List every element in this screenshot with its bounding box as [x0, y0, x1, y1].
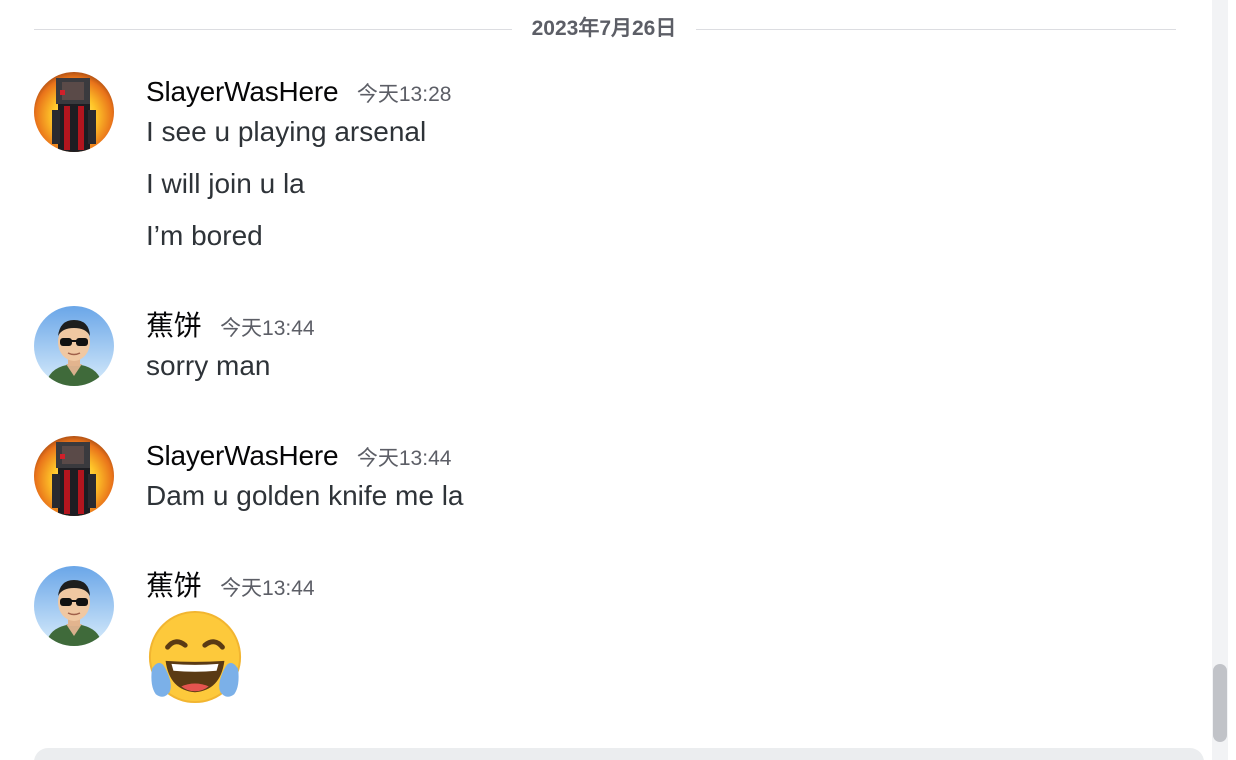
- scrollbar-track[interactable]: [1212, 0, 1228, 760]
- message-text: Dam u golden knife me la: [146, 480, 464, 511]
- message-content: [146, 606, 244, 706]
- message-header: SlayerWasHere 今天13:28: [146, 72, 451, 112]
- message-content: sorry man: [146, 346, 270, 386]
- scrollbar-thumb[interactable]: [1213, 664, 1227, 742]
- timestamp[interactable]: 今天13:44: [220, 309, 315, 349]
- sunglasses-man-avatar[interactable]: [34, 566, 114, 646]
- message-content: Dam u golden knife me la: [146, 476, 464, 516]
- username[interactable]: 蕉饼: [146, 306, 202, 346]
- message-text: I will join u la: [146, 168, 305, 199]
- message-group: 蕉饼 今天13:44 sorry man: [34, 306, 1184, 386]
- message-content: I see u playing arsenal I will join u la…: [146, 112, 426, 256]
- minecraft-skin-avatar[interactable]: [34, 72, 114, 152]
- avatar-image: [34, 436, 114, 516]
- chat-view: 2023年7月26日 SlayerWasHere 今天13:28 I see u…: [0, 0, 1236, 760]
- minecraft-skin-avatar[interactable]: [34, 436, 114, 516]
- timestamp[interactable]: 今天13:44: [357, 439, 452, 479]
- message-composer[interactable]: [34, 748, 1204, 760]
- message-group: 蕉饼 今天13:44: [34, 566, 1184, 706]
- sunglasses-man-avatar[interactable]: [34, 306, 114, 386]
- message-group: SlayerWasHere 今天13:44 Dam u golden knife…: [34, 436, 1184, 516]
- message-text: I see u playing arsenal: [146, 116, 427, 147]
- message-group: SlayerWasHere 今天13:28 I see u playing ar…: [34, 72, 1184, 252]
- message-header: 蕉饼 今天13:44: [146, 566, 315, 606]
- username[interactable]: 蕉饼: [146, 566, 202, 606]
- avatar-image: [34, 306, 114, 386]
- divider-line-right: [696, 29, 1176, 30]
- divider-line-left: [34, 29, 512, 30]
- avatar-image: [34, 566, 114, 646]
- face-with-tears-of-joy-icon[interactable]: [146, 608, 244, 706]
- message-text: sorry man: [146, 350, 271, 381]
- username[interactable]: SlayerWasHere: [146, 436, 339, 476]
- username[interactable]: SlayerWasHere: [146, 72, 339, 112]
- avatar-image: [34, 72, 114, 152]
- timestamp[interactable]: 今天13:28: [357, 75, 452, 115]
- timestamp[interactable]: 今天13:44: [220, 569, 315, 609]
- date-divider-label: 2023年7月26日: [531, 17, 677, 40]
- message-header: SlayerWasHere 今天13:44: [146, 436, 451, 476]
- date-divider: 2023年7月26日: [34, 14, 1176, 44]
- message-header: 蕉饼 今天13:44: [146, 306, 315, 346]
- message-text: I’m bored: [146, 220, 263, 251]
